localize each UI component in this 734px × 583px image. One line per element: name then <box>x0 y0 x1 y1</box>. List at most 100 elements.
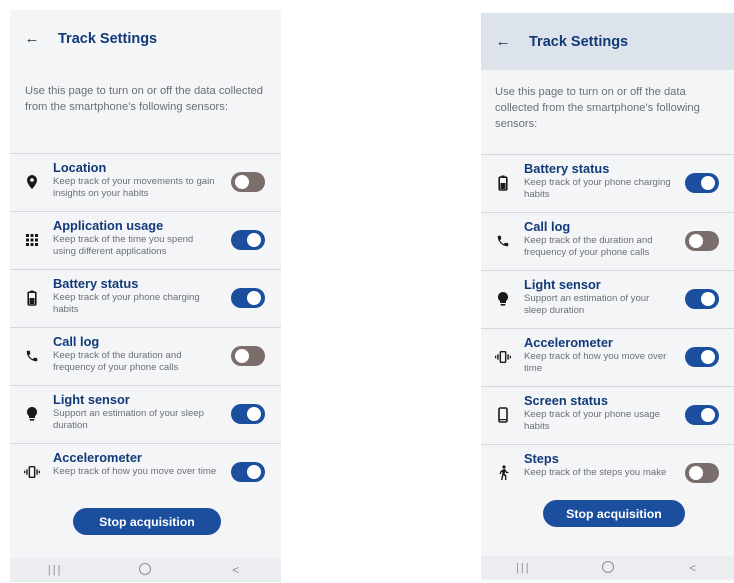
sensor-row-light-sensor: Light sensor Support an estimation of you… <box>10 385 281 443</box>
app-header: ← Track Settings <box>10 10 281 67</box>
sensor-toggle[interactable] <box>685 289 719 309</box>
intro-text: Use this page to turn on or off the data… <box>495 86 700 130</box>
back-nav-icon[interactable]: < <box>673 561 713 575</box>
sensor-toggle[interactable] <box>231 288 265 308</box>
app-grid-icon <box>24 232 40 248</box>
page-title: Track Settings <box>58 30 158 47</box>
sensor-title: Call log <box>524 219 571 234</box>
sensor-description: Keep track of your movements to gain ins… <box>53 176 215 199</box>
toggle-knob <box>247 407 261 421</box>
toggle-knob <box>247 291 261 305</box>
back-arrow-icon[interactable]: ← <box>493 33 513 50</box>
sensor-title: Steps <box>524 451 559 466</box>
vibration-icon <box>24 464 40 480</box>
sensor-description: Keep track of your phone charging habits <box>53 292 200 315</box>
toggle-knob <box>701 408 715 422</box>
sensor-toggle[interactable] <box>231 404 265 424</box>
system-nav-bar: ||| < <box>10 558 281 582</box>
sensor-description: Keep track of your phone charging habits <box>524 177 671 200</box>
light-bulb-icon <box>24 406 40 422</box>
smartphone-icon <box>495 407 511 423</box>
sensor-toggle[interactable] <box>685 173 719 193</box>
sensor-description: Keep track of how you move over time <box>524 351 667 374</box>
sensor-toggle[interactable] <box>231 346 265 366</box>
phone-screen-left: ← Track Settings Use this page to turn o… <box>10 10 281 582</box>
home-button-icon[interactable] <box>125 562 165 578</box>
toggle-knob <box>235 349 249 363</box>
home-button-icon[interactable] <box>588 560 628 576</box>
sensor-row-call-log: Call log Keep track of the duration and f… <box>481 212 734 270</box>
toggle-knob <box>235 175 249 189</box>
sensor-title: Accelerometer <box>53 450 142 465</box>
sensor-title: Accelerometer <box>524 335 613 350</box>
sensor-row-light-sensor: Light sensor Support an estimation of you… <box>481 270 734 328</box>
sensor-toggle[interactable] <box>231 230 265 250</box>
sensor-row-call-log: Call log Keep track of the duration and f… <box>10 327 281 385</box>
sensor-title: Light sensor <box>53 392 130 407</box>
recent-apps-icon[interactable]: ||| <box>35 564 75 576</box>
intro-text: Use this page to turn on or off the data… <box>25 85 263 113</box>
sensor-title: Application usage <box>53 218 164 233</box>
sensor-description: Support an estimation of your sleep dura… <box>524 293 650 316</box>
sensor-description: Support an estimation of your sleep dura… <box>53 408 204 431</box>
toggle-knob <box>701 350 715 364</box>
recent-apps-icon[interactable]: ||| <box>503 562 543 574</box>
sensor-text: Light sensor Support an estimation of you… <box>524 277 671 317</box>
back-arrow-icon[interactable]: ← <box>22 30 42 47</box>
back-nav-icon[interactable]: < <box>216 563 256 577</box>
sensor-row-application-usage: Application usage Keep track of the time … <box>10 211 281 269</box>
phone-call-icon <box>24 348 40 364</box>
sensor-description: Keep track of how you move over time <box>53 466 217 477</box>
sensor-toggle[interactable] <box>685 231 719 251</box>
sensor-title: Battery status <box>524 161 610 176</box>
sensor-title: Battery status <box>53 276 139 291</box>
sensor-toggle[interactable] <box>685 347 719 367</box>
sensor-list: Battery status Keep track of your phone c… <box>481 154 734 502</box>
stop-acquisition-button[interactable]: Stop acquisition <box>543 500 685 527</box>
stop-acquisition-button[interactable]: Stop acquisition <box>73 508 221 535</box>
sensor-text: Call log Keep track of the duration and f… <box>524 219 671 259</box>
sensor-row-steps: Steps Keep track of the steps you make <box>481 444 734 502</box>
sensor-description: Keep track of your phone usage habits <box>524 409 661 432</box>
vibration-icon <box>495 349 511 365</box>
app-header: ← Track Settings <box>481 13 734 70</box>
sensor-description: Keep track of the duration and frequency… <box>53 350 182 373</box>
sensor-toggle[interactable] <box>685 463 719 483</box>
sensor-list: Location Keep track of your movements to … <box>10 153 281 501</box>
location-pin-icon <box>24 174 40 190</box>
sensor-text: Battery status Keep track of your phone c… <box>524 161 671 201</box>
sensor-row-battery-status: Battery status Keep track of your phone c… <box>10 269 281 327</box>
sensor-row-location: Location Keep track of your movements to … <box>10 153 281 211</box>
light-bulb-icon <box>495 291 511 307</box>
walking-person-icon <box>495 465 511 481</box>
toggle-knob <box>701 292 715 306</box>
sensor-description: Keep track of the duration and frequency… <box>524 235 653 258</box>
sensor-row-accelerometer: Accelerometer Keep track of how you move … <box>10 443 281 501</box>
sensor-text: Accelerometer Keep track of how you move … <box>524 335 671 375</box>
battery-icon <box>495 175 511 191</box>
sensor-row-battery-status: Battery status Keep track of your phone c… <box>481 154 734 212</box>
sensor-toggle[interactable] <box>685 405 719 425</box>
sensor-toggle[interactable] <box>231 462 265 482</box>
sensor-title: Screen status <box>524 393 608 408</box>
page-title: Track Settings <box>529 33 629 50</box>
toggle-knob <box>247 465 261 479</box>
sensor-row-screen-status: Screen status Keep track of your phone us… <box>481 386 734 444</box>
sensor-description: Keep track of the time you spend using d… <box>53 234 194 257</box>
phone-call-icon <box>495 233 511 249</box>
toggle-knob <box>247 233 261 247</box>
toggle-knob <box>701 176 715 190</box>
sensor-title: Location <box>53 160 107 175</box>
sensor-title: Call log <box>53 334 100 349</box>
sensor-title: Light sensor <box>524 277 601 292</box>
sensor-text: Light sensor Support an estimation of you… <box>53 392 217 432</box>
toggle-knob <box>689 234 703 248</box>
battery-icon <box>24 290 40 306</box>
sensor-text: Call log Keep track of the duration and f… <box>53 334 217 374</box>
toggle-knob <box>689 466 703 480</box>
system-nav-bar: ||| < <box>481 556 734 580</box>
sensor-text: Application usage Keep track of the time … <box>53 218 217 258</box>
sensor-text: Steps Keep track of the steps you make <box>524 451 671 479</box>
sensor-text: Location Keep track of your movements to … <box>53 160 217 200</box>
sensor-toggle[interactable] <box>231 172 265 192</box>
